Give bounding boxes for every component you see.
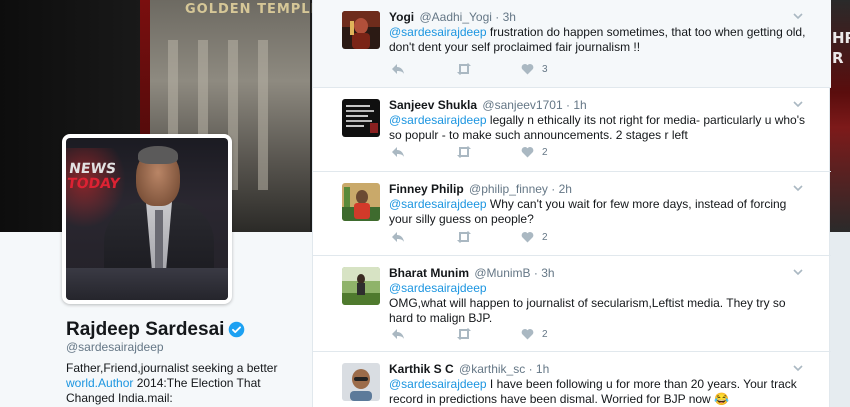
tweet-timestamp[interactable]: 3h bbox=[541, 266, 554, 280]
tweet-actions: 2 bbox=[391, 328, 591, 342]
retweet-icon[interactable] bbox=[456, 63, 472, 77]
like-count: 2 bbox=[542, 329, 548, 340]
retweet-icon[interactable] bbox=[456, 328, 472, 342]
reply-icon[interactable] bbox=[391, 328, 405, 342]
tweet[interactable]: Sanjeev Shukla @sanjeev1701 · 1h @sardes… bbox=[313, 88, 831, 172]
reply-icon[interactable] bbox=[391, 63, 405, 77]
tweet-author-handle[interactable]: @sanjeev1701 bbox=[482, 98, 562, 112]
avatar-news-graphic: NEWS TODAY bbox=[66, 161, 121, 192]
tweet-header: Bharat Munim @MunimB · 3h bbox=[389, 266, 555, 280]
tweet-avatar[interactable] bbox=[342, 11, 380, 49]
tweet-separator: · bbox=[551, 182, 556, 196]
heart-icon[interactable] bbox=[521, 328, 534, 342]
tweet-text: @sardesairajdeep Why can't you wait for … bbox=[389, 197, 809, 227]
tweet-author-name[interactable]: Yogi bbox=[389, 10, 414, 24]
chevron-down-icon[interactable] bbox=[793, 268, 803, 276]
like-count: 3 bbox=[542, 64, 548, 75]
tweet[interactable]: Karthik S C @karthik_sc · 1h @sardesaira… bbox=[313, 352, 831, 407]
tweet-mention[interactable]: @sardesairajdeep bbox=[389, 113, 487, 127]
banner-caption: GOLDEN TEMPLE bbox=[185, 2, 321, 17]
tweet-author-name[interactable]: Sanjeev Shukla bbox=[389, 98, 477, 112]
tweet-header: Finney Philip @philip_finney · 2h bbox=[389, 182, 572, 196]
tweet-header: Sanjeev Shukla @sanjeev1701 · 1h bbox=[389, 98, 587, 112]
tweet-timestamp[interactable]: 3h bbox=[503, 10, 516, 24]
profile-handle[interactable]: @sardesairajdeep bbox=[66, 340, 164, 354]
chevron-down-icon[interactable] bbox=[793, 12, 803, 20]
tweet-header: Karthik S C @karthik_sc · 1h bbox=[389, 362, 549, 376]
profile-avatar[interactable]: NEWS TODAY bbox=[62, 134, 232, 304]
banner-right-text: HR R bbox=[832, 29, 850, 67]
tweet-timestamp[interactable]: 1h bbox=[573, 98, 586, 112]
tweet-avatar[interactable] bbox=[342, 183, 380, 221]
retweet-icon[interactable] bbox=[456, 146, 472, 160]
reply-icon[interactable] bbox=[391, 231, 405, 245]
heart-icon[interactable] bbox=[521, 63, 534, 77]
chevron-down-icon[interactable] bbox=[793, 184, 803, 192]
profile-bio: Father,Friend,journalist seeking a bette… bbox=[66, 361, 301, 406]
like-count: 2 bbox=[542, 147, 548, 158]
reply-icon[interactable] bbox=[391, 146, 405, 160]
tweet-separator: · bbox=[565, 98, 570, 112]
tweet-author-name[interactable]: Karthik S C bbox=[389, 362, 454, 376]
heart-icon[interactable] bbox=[521, 146, 534, 160]
tweet-actions: 2 bbox=[391, 231, 591, 245]
retweet-icon[interactable] bbox=[456, 231, 472, 245]
tweet-header: Yogi @Aadhi_Yogi · 3h bbox=[389, 10, 516, 24]
tweet-author-handle[interactable]: @philip_finney bbox=[469, 182, 548, 196]
tweet-mention[interactable]: @sardesairajdeep bbox=[389, 197, 487, 211]
chevron-down-icon[interactable] bbox=[793, 364, 803, 372]
tweet-author-handle[interactable]: @MunimB bbox=[474, 266, 530, 280]
tweet-timestamp[interactable]: 2h bbox=[559, 182, 572, 196]
bio-link[interactable]: world.Author bbox=[66, 376, 133, 390]
tweet-separator: · bbox=[528, 362, 533, 376]
tweet-text: @sardesairajdeep OMG,what will happen to… bbox=[389, 281, 809, 326]
tweet[interactable]: Bharat Munim @MunimB · 3h @sardesairajde… bbox=[313, 256, 831, 352]
page-right-gutter bbox=[830, 232, 850, 407]
tweet[interactable]: Yogi @Aadhi_Yogi · 3h @sardesairajdeep f… bbox=[313, 0, 831, 88]
tweet-body: OMG,what will happen to journalist of se… bbox=[389, 296, 786, 325]
tweet-avatar[interactable] bbox=[342, 99, 380, 137]
tweet-mention[interactable]: @sardesairajdeep bbox=[389, 377, 487, 391]
tweet-mention[interactable]: @sardesairajdeep bbox=[389, 25, 487, 39]
tweet-author-handle[interactable]: @Aadhi_Yogi bbox=[419, 10, 491, 24]
bio-line-1: Father,Friend,journalist seeking a bette… bbox=[66, 361, 278, 375]
like-count: 2 bbox=[542, 232, 548, 243]
profile-name-text[interactable]: Rajdeep Sardesai bbox=[66, 319, 224, 340]
tweet-avatar[interactable] bbox=[342, 363, 380, 401]
tweet-author-name[interactable]: Bharat Munim bbox=[389, 266, 469, 280]
tweet-author-name[interactable]: Finney Philip bbox=[389, 182, 464, 196]
bio-line-2: world.Author 2014:The Election That bbox=[66, 376, 261, 390]
heart-icon[interactable] bbox=[521, 231, 534, 245]
tweet[interactable]: Finney Philip @philip_finney · 2h @sarde… bbox=[313, 172, 831, 256]
tweet-avatar[interactable] bbox=[342, 267, 380, 305]
avatar-photo: NEWS TODAY bbox=[66, 138, 228, 300]
verified-badge-icon bbox=[229, 322, 245, 338]
tweet-text: @sardesairajdeep legally n ethically its… bbox=[389, 113, 809, 143]
bio-line-3: Changed India.mail: bbox=[66, 391, 173, 405]
replies-panel: Yogi @Aadhi_Yogi · 3h @sardesairajdeep f… bbox=[312, 0, 831, 407]
tweet-separator: · bbox=[495, 10, 500, 24]
chevron-down-icon[interactable] bbox=[793, 100, 803, 108]
profile-name[interactable]: Rajdeep Sardesai bbox=[66, 319, 245, 341]
tweet-author-handle[interactable]: @karthik_sc bbox=[459, 362, 525, 376]
tweet-actions: 2 bbox=[391, 146, 591, 160]
tweet-text: @sardesairajdeep I have been following u… bbox=[389, 377, 809, 407]
tweet-text: @sardesairajdeep frustration do happen s… bbox=[389, 25, 809, 55]
tweet-actions: 3 bbox=[391, 63, 591, 77]
tweet-separator: · bbox=[533, 266, 538, 280]
tweet-mention[interactable]: @sardesairajdeep bbox=[389, 281, 809, 296]
tweet-timestamp[interactable]: 1h bbox=[536, 362, 549, 376]
